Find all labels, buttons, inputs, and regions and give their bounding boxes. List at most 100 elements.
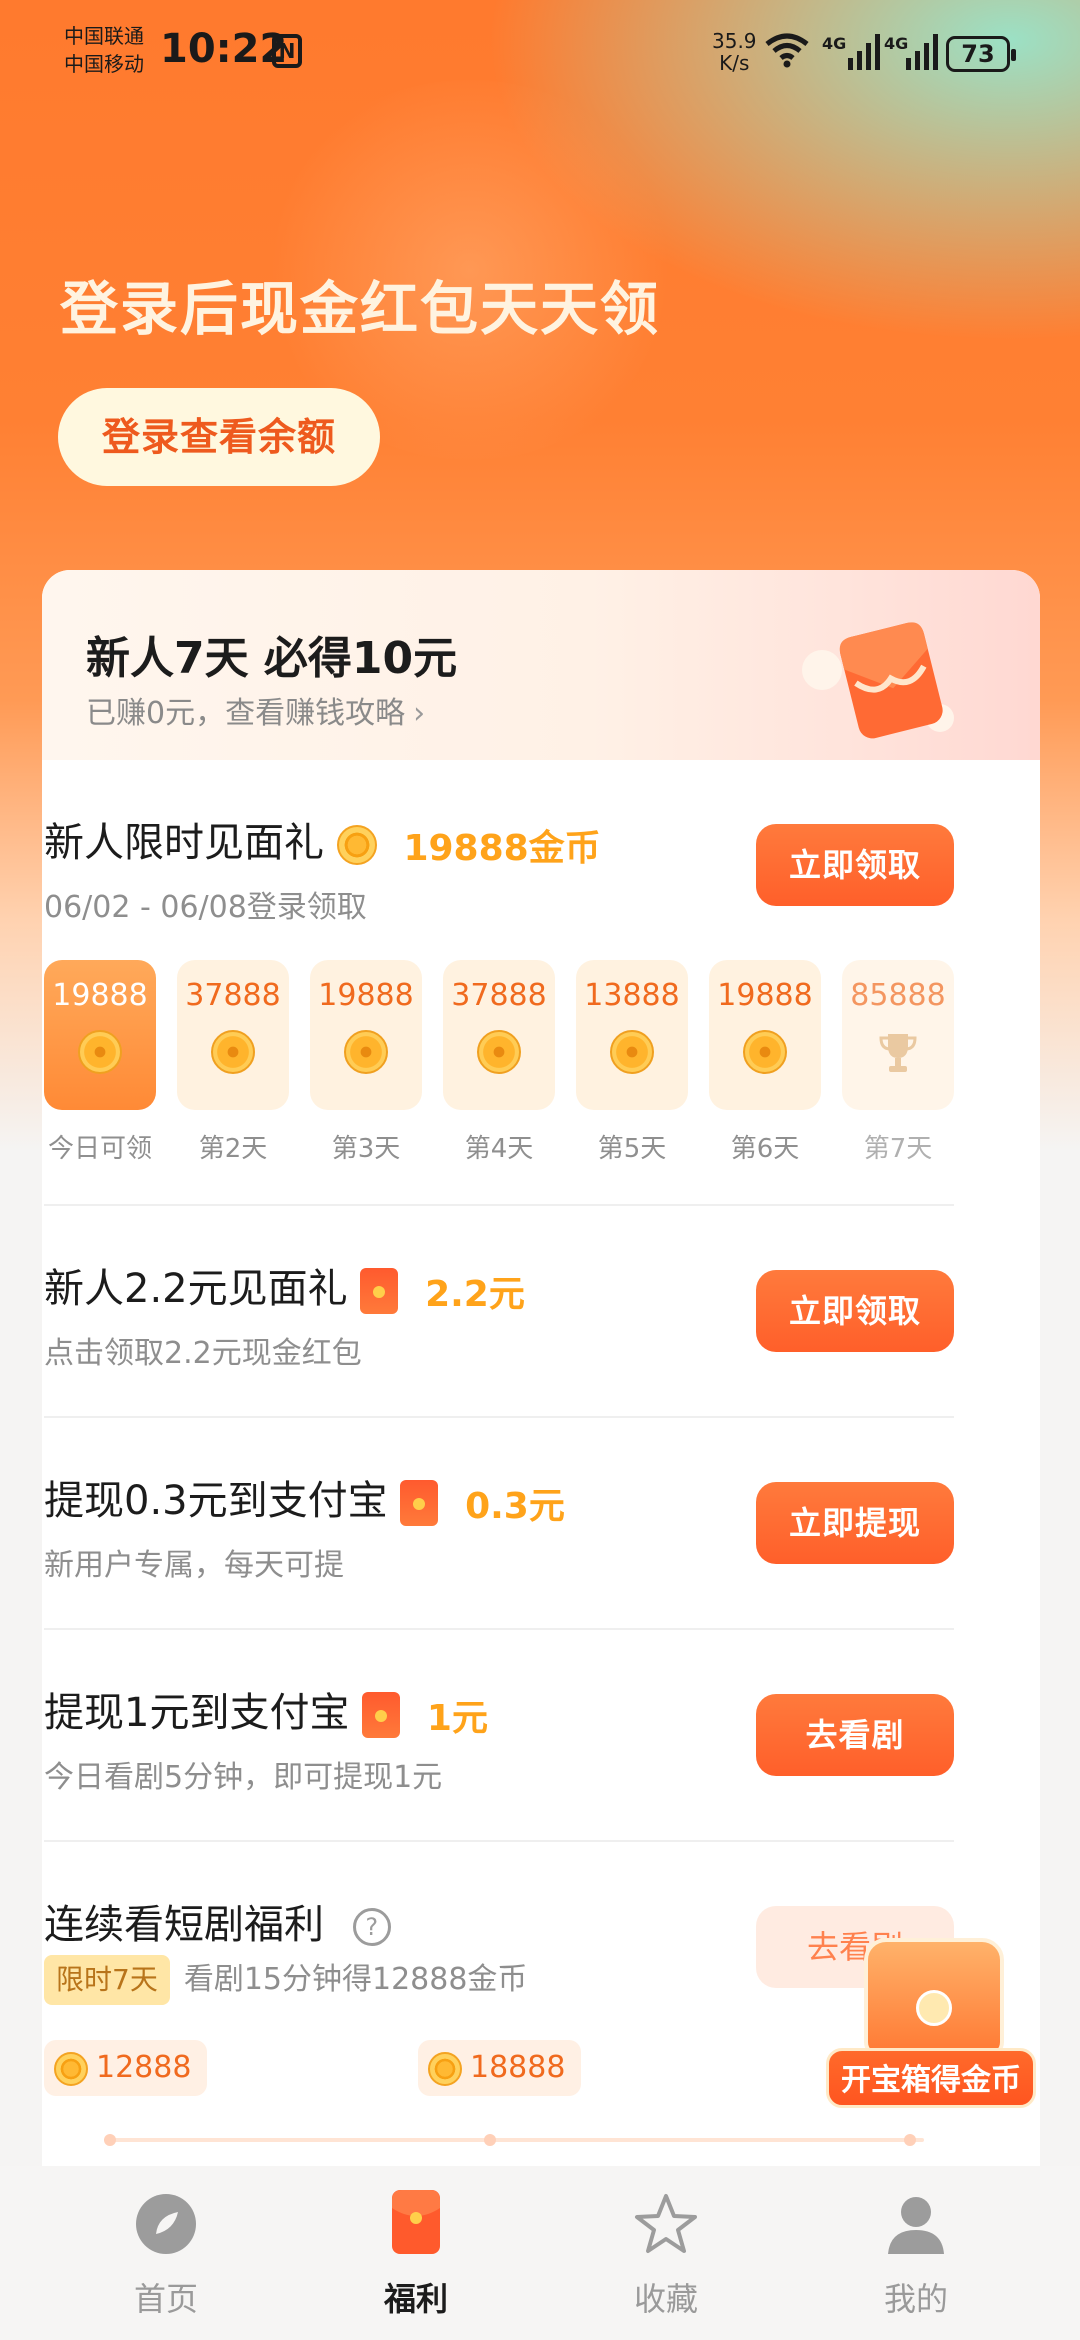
milestone-2: 18888 (418, 2040, 582, 2096)
day-label: 今日可领 (47, 1134, 152, 1164)
milestone-1: 12888 (44, 2040, 208, 2096)
compass-icon (136, 2194, 196, 2254)
nav-mine[interactable]: 我的 (826, 2166, 1006, 2340)
clock: 10:22 (160, 26, 288, 72)
day-amount: 19888 (318, 978, 414, 1013)
track-dot (104, 2134, 116, 2146)
task-title-text: 提现0.3元到支付宝 (44, 1478, 388, 1524)
progress-track (104, 2134, 924, 2146)
task-title-text: 新人限时见面礼 (44, 820, 324, 866)
claim-button[interactable]: 立即领取 (756, 824, 954, 906)
claim-button[interactable]: 立即领取 (756, 1270, 954, 1352)
carrier-2: 中国移动 (64, 52, 144, 76)
task-withdraw-1: 提现1元到支付宝 1元 今日看剧5分钟，即可提现1元 去看剧 (44, 1630, 954, 1842)
task-reward: 1元 (426, 1698, 488, 1739)
withdraw-button[interactable]: 立即提现 (756, 1482, 954, 1564)
coin-icon (610, 1030, 654, 1074)
bottom-nav: 首页 福利 收藏 我的 (0, 2166, 1080, 2340)
task-title: 提现1元到支付宝 1元 (44, 1680, 488, 1741)
task-reward: 0.3元 (465, 1486, 565, 1527)
task-subtitle: 点击领取2.2元现金红包 (44, 1336, 362, 1371)
carrier-labels: 中国联通 中国移动 (64, 22, 144, 78)
day-amount: 37888 (185, 978, 281, 1013)
milestone-amount: 12888 (96, 2050, 192, 2085)
day-card-2[interactable]: 37888 第2天 (177, 960, 289, 1164)
network-type-1: 4G (822, 34, 847, 53)
coin-icon (78, 1030, 122, 1074)
treasure-label: 开宝箱得金币 (826, 2048, 1036, 2108)
day-label: 第6天 (730, 1134, 800, 1164)
task-subtitle-row: 限时7天 看剧15分钟得12888金币 (44, 1954, 527, 2005)
task-title: 连续看短剧福利 ? (44, 1892, 391, 1950)
treasure-chest-button[interactable]: 开宝箱得金币 (826, 1938, 1036, 2118)
task-2-2-yuan-gift: 新人2.2元见面礼 2.2元 点击领取2.2元现金红包 立即领取 (44, 1206, 954, 1418)
help-icon[interactable]: ? (352, 1908, 391, 1946)
day-card-5[interactable]: 13888 第5天 (576, 960, 688, 1164)
nfc-icon: N (272, 34, 302, 68)
carrier-1: 中国联通 (64, 24, 144, 48)
task-title-text: 新人2.2元见面礼 (44, 1266, 348, 1312)
hero-title: 登录后现金红包天天领 (60, 275, 661, 343)
newcomer-title: 新人7天 必得10元 (86, 633, 458, 684)
speed-unit: K/s (719, 51, 750, 75)
star-icon (635, 2194, 697, 2253)
day-amount: 37888 (451, 978, 547, 1013)
person-icon (888, 2197, 944, 2254)
day-amount: 19888 (717, 978, 813, 1013)
status-bar: 中国联通 中国移动 10:22 N 35.9 K/s 4G 4G 73 (0, 0, 1080, 110)
task-newcomer-gift: 新人限时见面礼 19888金币 06/02 - 06/08登录领取 立即领取 1… (44, 780, 954, 1206)
day-amount: 13888 (584, 978, 680, 1013)
task-title-text: 提现1元到支付宝 (44, 1690, 350, 1736)
track-dot (484, 2134, 496, 2146)
newcomer-banner[interactable]: 新人7天 必得10元 已赚0元，查看赚钱攻略 › (42, 570, 1040, 760)
nav-favorites[interactable]: 收藏 (576, 2166, 756, 2340)
red-envelope-icon (362, 1692, 401, 1738)
task-withdraw-0-3: 提现0.3元到支付宝 0.3元 新用户专属，每天可提 立即提现 (44, 1418, 954, 1630)
day-card-6[interactable]: 19888 第6天 (709, 960, 821, 1164)
task-title: 提现0.3元到支付宝 0.3元 (44, 1468, 565, 1529)
earning-guide-text: 已赚0元，查看赚钱攻略 (86, 696, 406, 731)
network-type-2: 4G (884, 34, 909, 53)
task-title: 新人限时见面礼 19888金币 (44, 810, 601, 871)
day-label: 第3天 (331, 1134, 401, 1164)
nav-label: 收藏 (633, 2280, 698, 2318)
login-view-balance-button[interactable]: 登录查看余额 (58, 388, 380, 486)
nav-label: 福利 (383, 2280, 448, 2318)
task-continuous-drama: 连续看短剧福利 ? 限时7天 看剧15分钟得12888金币 去看剧 12888 1… (44, 1842, 954, 2166)
coin-icon (477, 1030, 521, 1074)
network-speed: 35.9 K/s (712, 30, 757, 74)
task-subtitle: 06/02 - 06/08登录领取 (44, 890, 367, 925)
nav-welfare[interactable]: 福利 (326, 2166, 506, 2340)
day-amount: 85888 (850, 978, 946, 1013)
watch-drama-button[interactable]: 去看剧 (756, 1694, 954, 1776)
nav-home[interactable]: 首页 (76, 2166, 256, 2340)
coin-icon (428, 2051, 462, 2086)
task-title-text: 连续看短剧福利 (44, 1902, 324, 1948)
red-envelope-icon (360, 1268, 399, 1314)
day-label: 第5天 (597, 1134, 667, 1164)
treasure-lock-icon (916, 1990, 952, 2026)
signal-icon-2 (906, 34, 938, 70)
day-card-7[interactable]: 85888 第7天 (842, 960, 954, 1164)
task-subtitle: 今日看剧5分钟，即可提现1元 (44, 1760, 443, 1795)
milestone-amount: 18888 (470, 2050, 566, 2085)
red-envelope-illustration (802, 622, 954, 739)
task-reward: 19888金币 (403, 828, 601, 869)
wifi-icon (765, 33, 809, 68)
red-envelope-icon (400, 1480, 439, 1526)
day-card-3[interactable]: 19888 第3天 (310, 960, 422, 1164)
earning-guide-link[interactable]: 已赚0元，查看赚钱攻略 › (86, 688, 425, 732)
signal-icon-1 (848, 34, 880, 70)
coin-icon (211, 1030, 255, 1074)
task-title: 新人2.2元见面礼 2.2元 (44, 1256, 525, 1317)
coin-icon (54, 2051, 88, 2086)
task-subtitle: 看剧15分钟得12888金币 (183, 1962, 528, 1997)
limited-time-tag: 限时7天 (44, 1955, 170, 2005)
day-label: 第4天 (464, 1134, 534, 1164)
nav-label: 首页 (133, 2280, 198, 2318)
track-dot (904, 2134, 916, 2146)
day-card-4[interactable]: 37888 第4天 (443, 960, 555, 1164)
day-amount: 19888 (52, 978, 148, 1013)
daily-reward-row: 19888 今日可领 37888 第2天 19888 第3天 37888 第4天… (44, 960, 954, 1164)
day-card-1[interactable]: 19888 今日可领 (44, 960, 156, 1164)
